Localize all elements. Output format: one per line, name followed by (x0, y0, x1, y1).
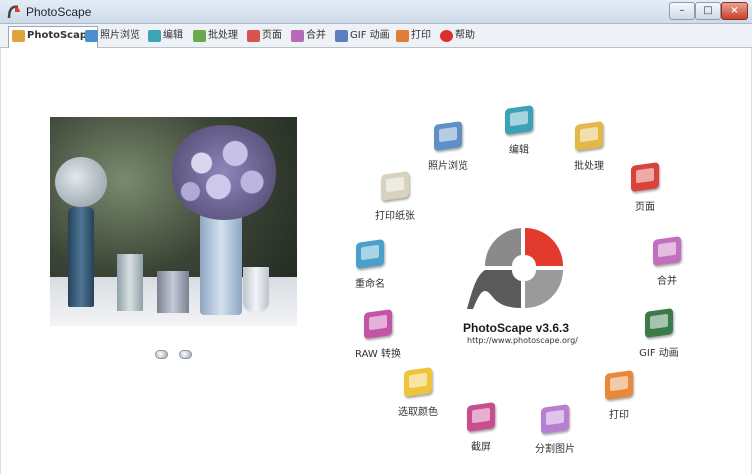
menu-label: 打印 (609, 410, 629, 421)
tab-label: 编辑 (163, 30, 183, 41)
menu-gif-animation[interactable]: GIF 动画 (632, 308, 686, 370)
screen-capture-icon (467, 402, 495, 432)
tab-label: 页面 (262, 30, 282, 41)
menu-page[interactable]: 页面 (618, 162, 672, 224)
photoscape-logo-icon (7, 5, 20, 19)
photo-candle (157, 271, 189, 313)
photo-lamp-base (68, 207, 94, 307)
tab-label: 批处理 (208, 30, 238, 41)
menu-label: 截屏 (471, 442, 491, 453)
photo-goblet (243, 267, 269, 312)
tab-gif[interactable]: GIF 动画 (332, 27, 390, 47)
splitter-icon (541, 404, 569, 434)
combine-icon (291, 30, 304, 42)
menu-label: 照片浏览 (428, 161, 468, 172)
menu-splitter[interactable]: 分割图片 (528, 404, 582, 466)
tab-editor[interactable]: 编辑 (145, 27, 183, 47)
photo-flowers (168, 125, 280, 220)
minimize-button[interactable]: – (669, 2, 695, 20)
menu-photo-viewer[interactable]: 照片浏览 (421, 121, 475, 183)
print-icon (396, 30, 409, 42)
tab-label: 合并 (306, 30, 326, 41)
previous-photo-button[interactable] (155, 350, 168, 359)
app-version-title: PhotoScape v3.6.3 (463, 321, 570, 335)
gif-icon (335, 30, 348, 42)
photo-viewer-icon (434, 121, 462, 151)
menu-label: 合并 (657, 276, 677, 287)
window-title: PhotoScape (26, 5, 92, 19)
tab-photo-viewer[interactable]: 照片浏览 (82, 27, 140, 47)
sample-photo (50, 117, 297, 326)
photo-vase (200, 205, 242, 315)
tab-label: 打印 (411, 30, 431, 41)
tab-bar: PhotoScape 照片浏览 编辑 批处理 页面 合并 GIF 动画 打印 帮… (0, 24, 752, 48)
paper-print-icon (381, 171, 409, 201)
menu-label: GIF 动画 (639, 348, 679, 359)
raw-converter-icon (364, 309, 392, 339)
tab-label: 照片浏览 (100, 30, 140, 41)
gif-icon (645, 308, 673, 338)
tab-combine[interactable]: 合并 (288, 27, 326, 47)
menu-combine[interactable]: 合并 (640, 236, 694, 298)
menu-label: 页面 (635, 202, 655, 213)
editor-icon (505, 105, 533, 135)
menu-editor[interactable]: 编辑 (492, 105, 546, 167)
next-photo-button[interactable] (179, 350, 192, 359)
page-icon (631, 162, 659, 192)
tab-label: 帮助 (455, 30, 475, 41)
menu-print[interactable]: 打印 (592, 370, 646, 432)
batch-icon (193, 30, 206, 42)
tab-help[interactable]: 帮助 (437, 27, 475, 47)
menu-rename[interactable]: 重命名 (343, 239, 397, 301)
rename-icon (356, 239, 384, 269)
combine-icon (653, 236, 681, 266)
title-bar: PhotoScape – □ × (0, 0, 752, 24)
menu-label: 打印纸张 (375, 211, 415, 222)
editor-icon (148, 30, 161, 42)
tab-page[interactable]: 页面 (244, 27, 282, 47)
photo-lamp-globe (55, 157, 107, 207)
close-button[interactable]: × (721, 2, 748, 20)
menu-label: 选取颜色 (398, 407, 438, 418)
menu-label: RAW 转换 (355, 349, 401, 360)
help-icon (440, 30, 453, 42)
menu-batch-editor[interactable]: 批处理 (562, 121, 616, 183)
menu-color-picker[interactable]: 选取颜色 (391, 367, 445, 429)
menu-label: 重命名 (355, 279, 385, 290)
page-icon (247, 30, 260, 42)
menu-paper-print[interactable]: 打印纸张 (368, 171, 422, 233)
maximize-button[interactable]: □ (695, 2, 721, 20)
tab-label: GIF 动画 (350, 30, 390, 41)
photoscape-logo (467, 228, 563, 309)
tab-batch[interactable]: 批处理 (190, 27, 238, 47)
print-icon (605, 370, 633, 400)
tab-print[interactable]: 打印 (393, 27, 431, 47)
menu-label: 编辑 (509, 145, 529, 156)
batch-icon (575, 121, 603, 151)
menu-raw-converter[interactable]: RAW 转换 (351, 309, 405, 371)
app-website-url[interactable]: http://www.photoscape.org/ (467, 336, 578, 345)
photo-viewer-icon (85, 30, 98, 42)
photoscape-icon (12, 30, 25, 42)
photo-candle (117, 254, 143, 311)
color-picker-icon (404, 367, 432, 397)
